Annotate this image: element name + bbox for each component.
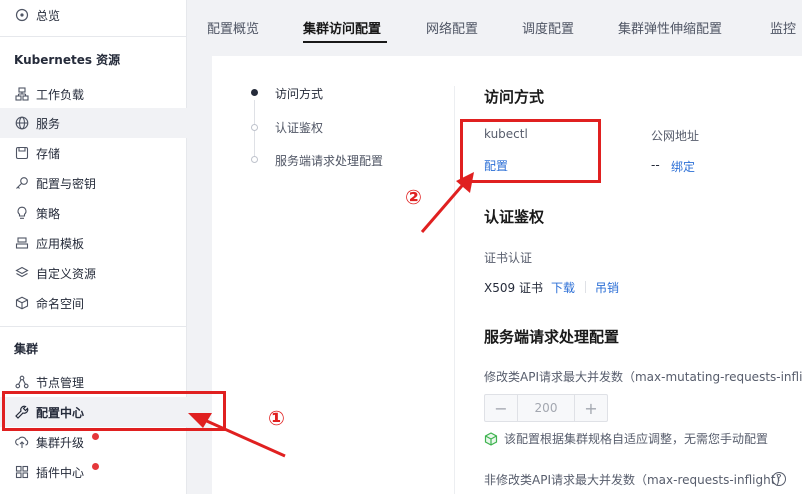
- increment-button[interactable]: +: [575, 395, 607, 421]
- section-title-cluster: 集群: [14, 342, 39, 356]
- anchor-dot-active: [251, 89, 258, 96]
- anchor-access-method[interactable]: 访问方式: [275, 85, 323, 102]
- cube-icon: [484, 431, 498, 446]
- section-title-server: 服务端请求处理配置: [484, 328, 620, 346]
- grid-icon: [14, 464, 30, 480]
- sidebar-item-label: 配置与密钥: [36, 176, 97, 191]
- anchor-dot: [251, 124, 258, 131]
- anchor-dot: [251, 156, 258, 163]
- sidebar-item-label: 总览: [36, 8, 61, 23]
- layers-icon: [14, 265, 30, 281]
- tab-network[interactable]: 网络配置: [426, 18, 478, 37]
- auto-adjust-hint: 该配置根据集群规格自适应调整，无需您手动配置: [484, 430, 768, 447]
- mutating-requests-stepper: − 200 +: [484, 394, 608, 422]
- anchor-server-request[interactable]: 服务端请求处理配置: [275, 152, 383, 169]
- cube-icon: [14, 295, 30, 311]
- sidebar-item-label: 自定义资源: [36, 266, 97, 281]
- tab-autoscaling[interactable]: 集群弹性伸缩配置: [618, 18, 722, 37]
- tab-scheduling[interactable]: 调度配置: [522, 18, 574, 37]
- annotation-box-config-center: [2, 391, 226, 431]
- globe-icon: [14, 115, 30, 131]
- hint-text: 该配置根据集群规格自适应调整，无需您手动配置: [504, 432, 769, 446]
- cert-type-value: X509 证书: [484, 281, 543, 295]
- content-divider: [454, 86, 455, 494]
- section-title-kubernetes: Kubernetes 资源: [14, 53, 121, 67]
- download-cert-link[interactable]: 下载: [551, 279, 575, 296]
- stepper-value[interactable]: 200: [517, 395, 575, 421]
- tab-config-overview[interactable]: 配置概览: [207, 18, 259, 37]
- sidebar-item-workload[interactable]: 工作负载: [0, 79, 187, 109]
- sidebar-item-custom-resource[interactable]: 自定义资源: [0, 258, 187, 288]
- template-icon: [14, 235, 30, 251]
- public-address-value: --: [651, 158, 660, 172]
- sidebar-item-policy[interactable]: 策略: [0, 198, 187, 228]
- annotation-step-2: ②: [405, 185, 422, 209]
- upgrade-icon: [14, 434, 30, 450]
- sidebar-divider: [0, 36, 187, 37]
- sidebar-item-overview[interactable]: 总览: [0, 0, 187, 30]
- annotation-step-1: ①: [268, 406, 285, 430]
- section-title-access: 访问方式: [484, 88, 545, 106]
- link-separator: [585, 281, 586, 293]
- decrement-button[interactable]: −: [485, 395, 517, 421]
- tab-monitoring[interactable]: 监控: [770, 18, 796, 37]
- sidebar-item-config-secret[interactable]: 配置与密钥: [0, 168, 187, 198]
- sidebar-item-label: 策略: [36, 206, 61, 221]
- active-tab-indicator: [303, 41, 387, 43]
- storage-icon: [14, 145, 30, 161]
- sidebar-item-namespace[interactable]: 命名空间: [0, 288, 187, 318]
- sidebar-item-app-template[interactable]: 应用模板: [0, 228, 187, 258]
- key-icon: [14, 175, 30, 191]
- non-mutating-requests-label: 非修改类API请求最大并发数（max-requests-inflight): [484, 473, 781, 487]
- sidebar-item-storage[interactable]: 存储: [0, 138, 187, 168]
- annotation-box-kubectl: [460, 119, 601, 183]
- bind-link[interactable]: 绑定: [671, 158, 695, 175]
- sidebar-item-service[interactable]: 服务: [0, 108, 187, 138]
- workload-icon: [14, 86, 30, 102]
- public-address-label: 公网地址: [651, 129, 700, 143]
- sidebar-item-cluster-upgrade[interactable]: 集群升级: [0, 427, 187, 457]
- cert-auth-label: 证书认证: [484, 251, 533, 265]
- config-tabs: 配置概览 集群访问配置 网络配置 调度配置 集群弹性伸缩配置 监控: [188, 0, 802, 44]
- sidebar-item-label: 集群升级: [36, 435, 85, 450]
- anchor-auth[interactable]: 认证鉴权: [275, 119, 323, 136]
- sidebar-item-label: 命名空间: [36, 296, 85, 311]
- sidebar-item-label: 应用模板: [36, 236, 85, 251]
- sidebar-item-label: 插件中心: [36, 465, 85, 480]
- sidebar-item-plugin-center[interactable]: 插件中心: [0, 457, 187, 487]
- sidebar-item-label: 工作负载: [36, 87, 85, 102]
- notification-dot: [92, 433, 99, 440]
- mutating-requests-label: 修改类API请求最大并发数（max-mutating-requests-infl…: [484, 370, 802, 384]
- tab-cluster-access[interactable]: 集群访问配置: [303, 18, 381, 37]
- help-icon[interactable]: ?: [772, 472, 786, 486]
- overview-icon: [14, 7, 30, 23]
- sidebar-divider: [0, 326, 187, 327]
- sidebar-item-label: 存储: [36, 146, 61, 161]
- bulb-icon: [14, 205, 30, 221]
- sidebar-item-label: 服务: [36, 116, 61, 131]
- revoke-cert-link[interactable]: 吊销: [595, 279, 619, 296]
- nodes-icon: [14, 374, 30, 390]
- sidebar-item-label: 节点管理: [36, 375, 85, 390]
- section-title-auth: 认证鉴权: [484, 208, 545, 226]
- notification-dot: [92, 463, 99, 470]
